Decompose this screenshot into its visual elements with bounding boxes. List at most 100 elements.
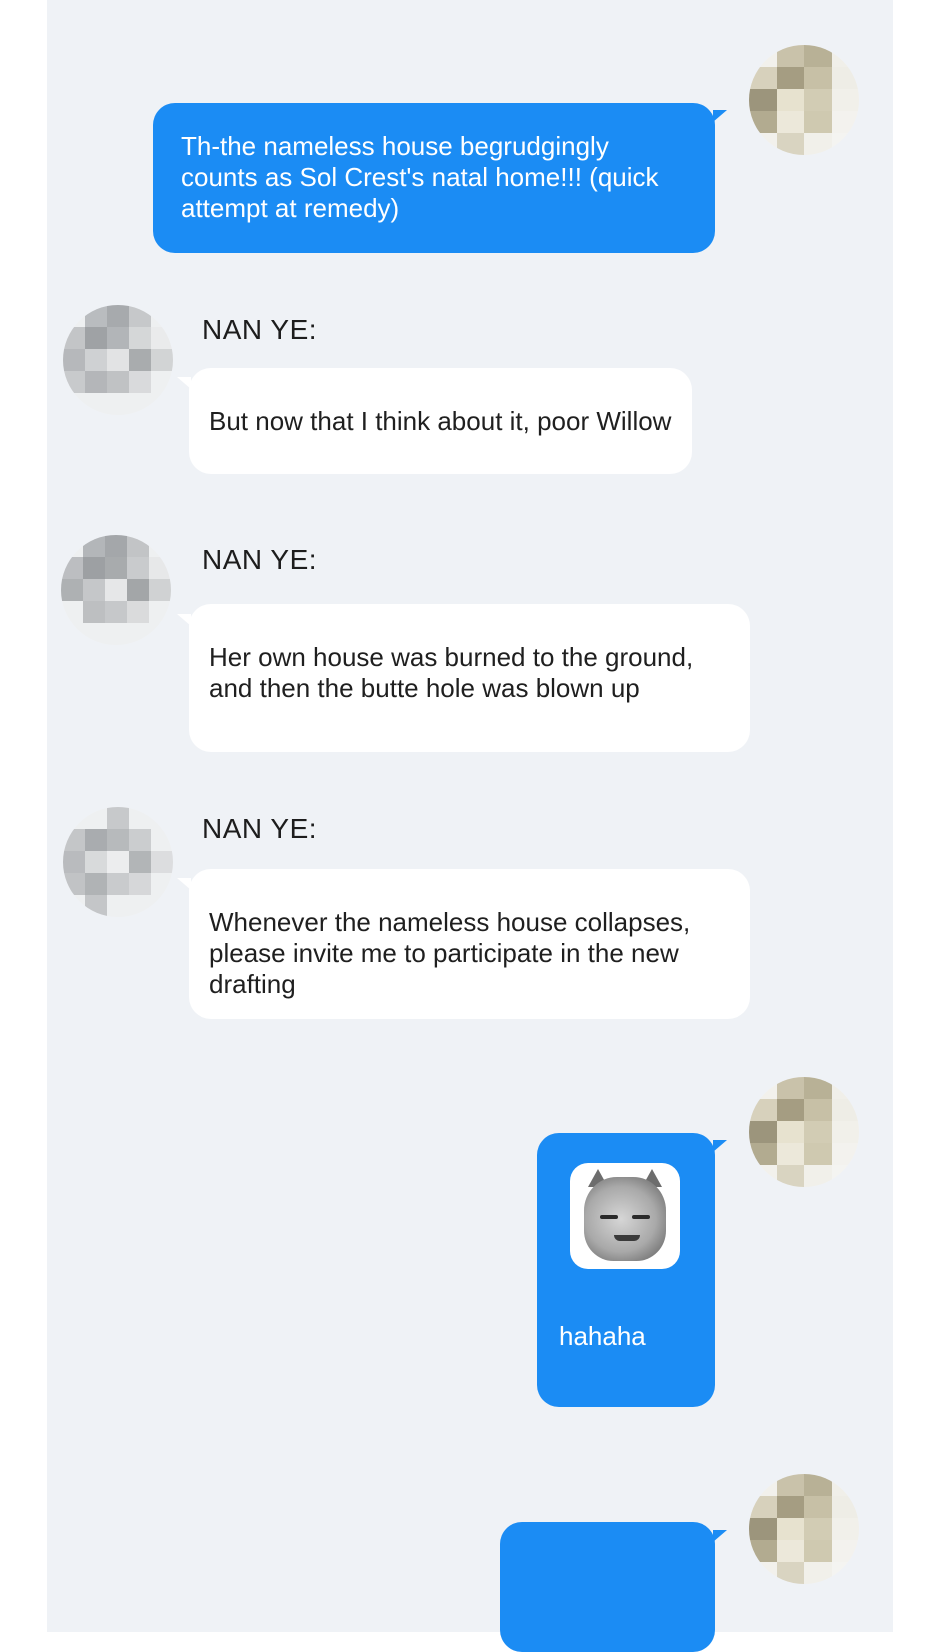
avatar-pixel [63, 371, 85, 393]
avatar-pixel [831, 111, 859, 133]
avatar-pixel [831, 45, 859, 67]
avatar-pixel [63, 349, 85, 371]
avatar-pixel [83, 557, 105, 579]
contact-avatar[interactable] [63, 807, 173, 917]
message-text: hahaha [559, 1321, 646, 1351]
message-text: But now that I think about it, poor Will… [209, 406, 672, 436]
avatar-pixel [129, 327, 151, 349]
incoming-message[interactable]: Her own house was burned to the ground, … [189, 604, 750, 752]
avatar-pixel [83, 535, 105, 557]
sender-name: NAN YE: [202, 544, 318, 575]
avatar-pixel [749, 111, 777, 133]
avatar-pixel [129, 807, 151, 829]
avatar-pixel [749, 1077, 777, 1099]
my-avatar[interactable] [749, 1474, 859, 1584]
avatar-pixel [85, 349, 107, 371]
avatar-pixel [85, 829, 107, 851]
outgoing-message[interactable]: hahaha [537, 1133, 715, 1407]
avatar-pixel [776, 1077, 804, 1099]
avatar-pixel [105, 557, 127, 579]
avatar-pixel [107, 393, 129, 415]
avatar-pixel [151, 873, 173, 895]
avatar-pixel [85, 807, 107, 829]
avatar-pixel [749, 1121, 777, 1143]
avatar-pixel [776, 67, 804, 89]
avatar-pixel [83, 601, 105, 623]
bubble-tail [713, 1530, 727, 1542]
avatar-pixel [749, 1099, 777, 1121]
avatar-pixel [749, 89, 777, 111]
avatar-pixel [749, 1143, 777, 1165]
avatar-pixel [831, 89, 859, 111]
avatar-pixel [749, 1474, 777, 1496]
avatar-pixel [804, 1099, 832, 1121]
avatar-pixel [127, 623, 149, 645]
outgoing-message[interactable] [500, 1522, 715, 1652]
avatar-pixel [749, 133, 777, 155]
chat-pane: Th-the nameless house begrudgingly count… [47, 0, 893, 1652]
avatar-pixel [107, 349, 129, 371]
avatar-pixel [149, 557, 171, 579]
avatar-pixel [804, 1474, 832, 1496]
avatar-pixel [129, 371, 151, 393]
avatar-pixel [749, 1518, 777, 1540]
avatar-pixel [831, 1143, 859, 1165]
outgoing-message[interactable]: Th-the nameless house begrudgingly count… [153, 103, 715, 253]
avatar-pixel [63, 305, 85, 327]
meme-face-sticker[interactable] [570, 1163, 680, 1269]
sender-name: NAN YE: [202, 813, 318, 844]
avatar-pixel [151, 895, 173, 917]
avatar-pixel [149, 535, 171, 557]
avatar-pixel [831, 1099, 859, 1121]
avatar-pixel [127, 579, 149, 601]
my-avatar[interactable] [749, 45, 859, 155]
avatar-pixel [776, 1562, 804, 1584]
avatar-pixel [831, 1474, 859, 1496]
contact-avatar[interactable] [61, 535, 171, 645]
avatar-pixel [804, 1143, 832, 1165]
my-avatar[interactable] [749, 1077, 859, 1187]
message-text: Her own house was burned to the ground, … [209, 642, 694, 703]
sticker-eye [600, 1215, 618, 1219]
contact-avatar[interactable] [63, 305, 173, 415]
avatar-pixel [151, 371, 173, 393]
avatar-pixel [63, 807, 85, 829]
avatar-pixel [776, 1099, 804, 1121]
avatar-pixel [776, 89, 804, 111]
avatar-pixel [127, 557, 149, 579]
avatar-pixel [105, 579, 127, 601]
avatar-pixel [105, 535, 127, 557]
avatar-pixel [151, 807, 173, 829]
avatar-pixel [804, 67, 832, 89]
incoming-message[interactable]: But now that I think about it, poor Will… [189, 368, 692, 474]
avatar-pixel [776, 1540, 804, 1562]
avatar-pixel [61, 557, 83, 579]
incoming-message[interactable]: Whenever the nameless house collapses, p… [189, 869, 750, 1019]
avatar-pixel [85, 895, 107, 917]
avatar-pixel [776, 1496, 804, 1518]
avatar-pixel [129, 895, 151, 917]
avatar-pixel [776, 1121, 804, 1143]
avatar-pixel [129, 393, 151, 415]
avatar-pixel [85, 851, 107, 873]
avatar-pixel [151, 393, 173, 415]
avatar-pixel [749, 45, 777, 67]
avatar-pixel [107, 851, 129, 873]
avatar-pixel [831, 1165, 859, 1187]
avatar-pixel [129, 829, 151, 851]
avatar-pixel [749, 1165, 777, 1187]
avatar-pixel [129, 349, 151, 371]
avatar-pixel [831, 1121, 859, 1143]
avatar-pixel [151, 327, 173, 349]
avatar-pixel [831, 67, 859, 89]
avatar-pixel [149, 579, 171, 601]
avatar-pixel [107, 305, 129, 327]
avatar-pixel [61, 623, 83, 645]
avatar-pixel [804, 1165, 832, 1187]
avatar-pixel [804, 1077, 832, 1099]
avatar-pixel [749, 1562, 777, 1584]
avatar-pixel [151, 349, 173, 371]
avatar-pixel [129, 873, 151, 895]
avatar-pixel [151, 305, 173, 327]
avatar-pixel [85, 873, 107, 895]
